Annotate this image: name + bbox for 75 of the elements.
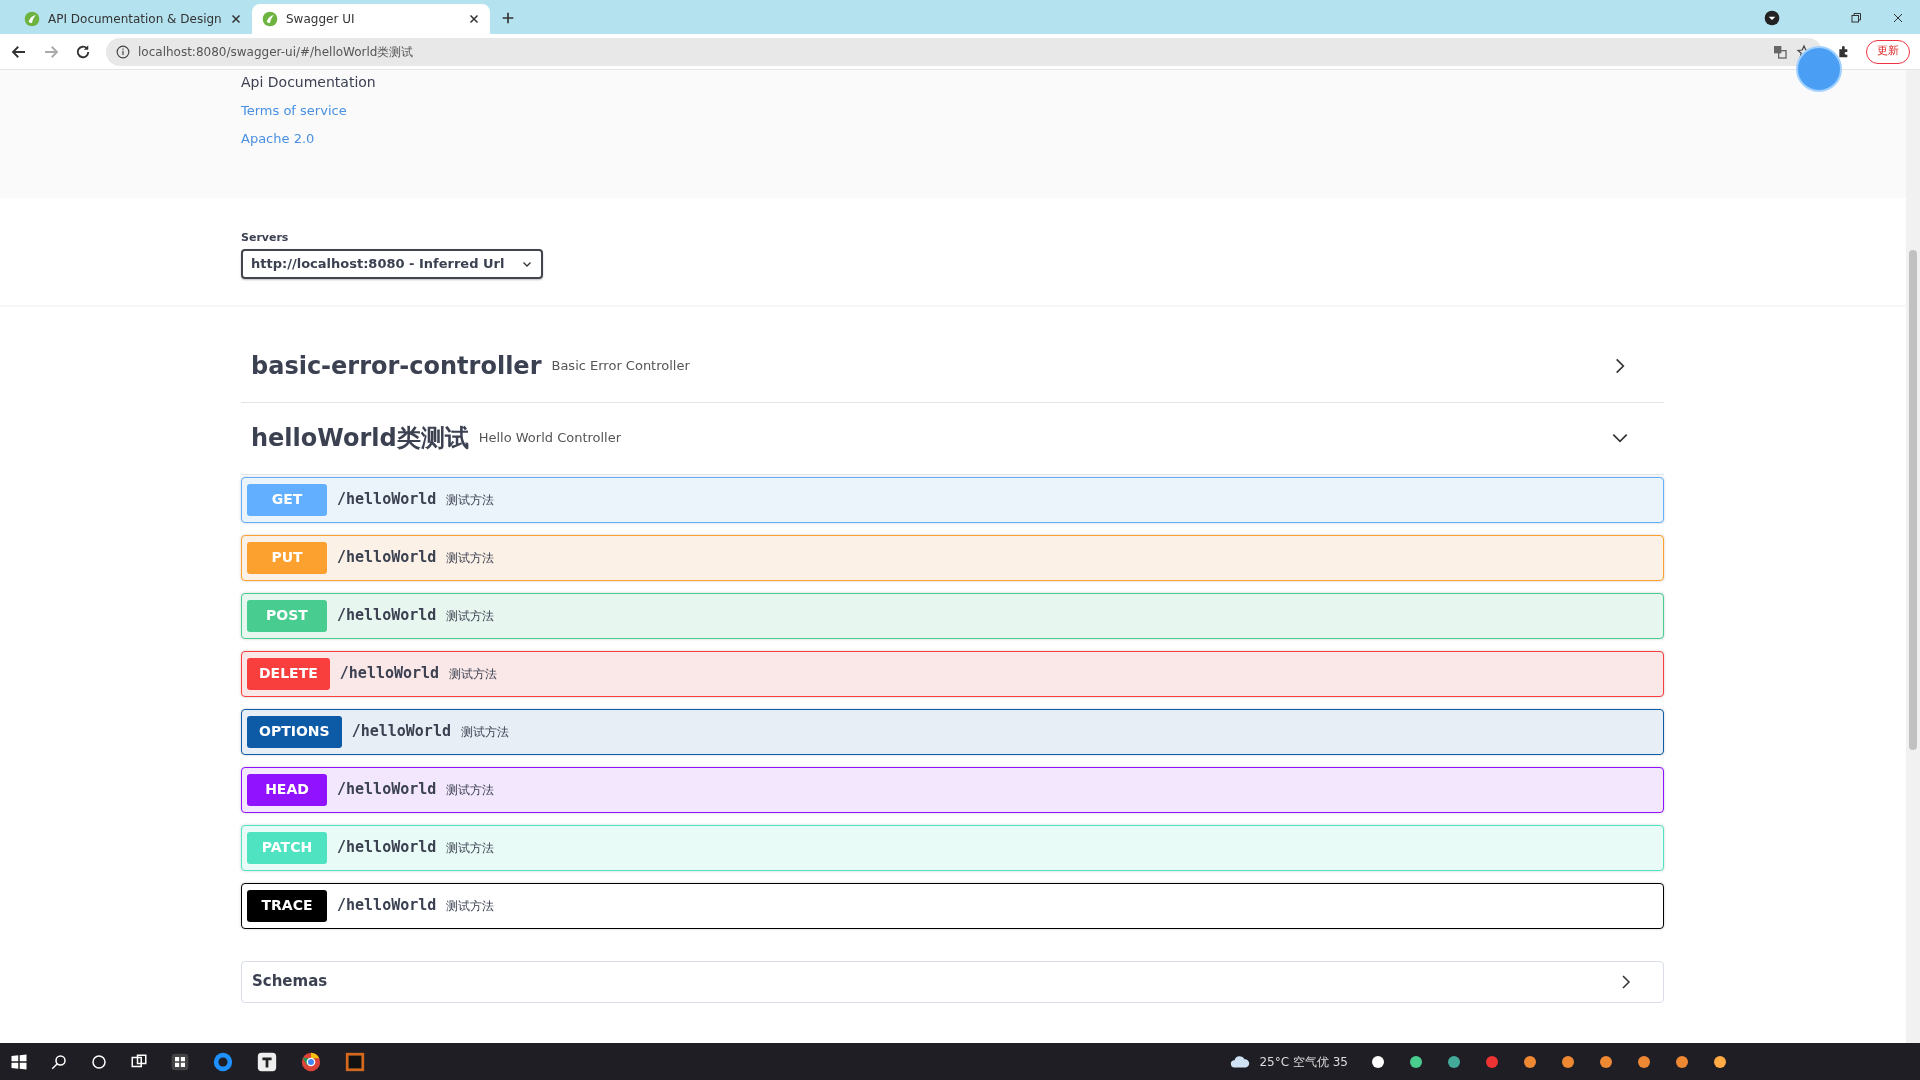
method-badge: DELETE [247,657,330,690]
operation-summary: 测试方法 [446,839,495,857]
circle-icon[interactable] [90,1052,108,1071]
method-badge: PUT [247,541,327,574]
new-tab-icon[interactable] [500,10,516,26]
controller-name: helloWorld类测试 [251,423,469,454]
tray-icon[interactable] [1598,1053,1614,1070]
info-icon[interactable] [116,44,130,59]
api-description: Api Documentation [241,73,377,92]
operation-row[interactable]: TRACE /helloWorld 测试方法 [241,882,1664,929]
method-badge: HEAD [247,773,327,806]
operation-row[interactable]: HEAD /helloWorld 测试方法 [241,766,1664,813]
operation-summary: 测试方法 [460,723,509,741]
controller-description: Basic Error Controller [551,357,691,376]
operation-summary: 测试方法 [446,491,495,509]
chevron-down-icon[interactable] [1764,10,1780,26]
leaf-logo-icon [24,11,40,27]
server-select[interactable]: http://localhost:8080 - Inferred Url [241,248,543,279]
operation-path: /helloWorld [337,779,437,801]
translate-icon[interactable] [1772,43,1788,60]
operation-row[interactable]: PUT /helloWorld 测试方法 [241,534,1664,581]
operation-summary: 测试方法 [446,549,495,567]
tab-title: API Documentation & Design [48,11,222,28]
controller-description: Hello World Controller [478,429,623,448]
method-badge: OPTIONS [247,715,342,748]
leaf-logo-icon [262,11,278,27]
tab-title: Swagger UI [286,11,356,28]
operation-path: /helloWorld [337,837,437,859]
operation-row[interactable]: POST /helloWorld 测试方法 [241,592,1664,639]
close-icon[interactable] [230,13,242,25]
operation-summary: 测试方法 [446,607,495,625]
operation-row[interactable]: PATCH /helloWorld 测试方法 [241,824,1664,871]
operation-path: /helloWorld [351,721,451,743]
app-icon[interactable] [256,1050,278,1073]
operation-path: /helloWorld [337,605,437,627]
schemas-section[interactable]: Schemas [241,960,1664,1003]
tray-icon[interactable] [1636,1053,1652,1070]
browser-icon[interactable] [300,1050,322,1073]
tray-icon[interactable] [1522,1053,1538,1070]
servers-label: Servers [241,230,290,246]
app-grid-icon[interactable] [170,1051,190,1072]
method-badge: POST [247,599,327,632]
operation-row[interactable]: OPTIONS /helloWorld 测试方法 [241,708,1664,755]
operation-summary: 测试方法 [446,781,495,799]
operation-row[interactable]: DELETE /helloWorld 测试方法 [241,650,1664,697]
method-badge: GET [247,483,327,516]
browser-tab[interactable]: Swagger UI [252,4,490,34]
tray-icon[interactable] [1712,1053,1728,1070]
operation-path: /helloWorld [337,489,437,511]
controller-header[interactable]: basic-error-controller Basic Error Controller [241,330,1664,403]
tray-icon[interactable] [1674,1053,1690,1070]
url-text: localhost:8080/swagger-ui/#/helloWorld类测试 [138,43,415,61]
operation-summary: 测试方法 [446,897,495,915]
method-badge: TRACE [247,889,327,922]
windows-icon[interactable] [10,1052,28,1071]
operation-row[interactable]: GET /helloWorld 测试方法 [241,476,1664,523]
close-icon[interactable] [1892,12,1904,24]
tray-icon[interactable] [1446,1053,1462,1070]
tray-icon[interactable] [1408,1053,1424,1070]
weather-text: 25°C 空气优 35 [1259,1053,1348,1071]
controller-header[interactable]: helloWorld类测试 Hello World Controller [241,402,1664,475]
scrollbar-thumb[interactable] [1909,250,1917,750]
operation-path: /helloWorld [339,663,440,685]
controller-name: basic-error-controller [251,351,542,382]
tray-icon[interactable] [1560,1053,1576,1070]
operation-path: /helloWorld [337,895,437,917]
operation-summary: 测试方法 [449,665,498,683]
close-icon[interactable] [468,13,480,25]
tray-icon[interactable] [1370,1053,1386,1070]
search-icon[interactable] [50,1052,68,1071]
address-bar[interactable]: localhost:8080/swagger-ui/#/helloWorld类测试 [106,37,1822,66]
operation-path: /helloWorld [337,547,437,569]
restore-icon[interactable] [1850,12,1862,24]
method-badge: PATCH [247,831,327,864]
browser-tab[interactable]: API Documentation & Design [14,4,252,34]
